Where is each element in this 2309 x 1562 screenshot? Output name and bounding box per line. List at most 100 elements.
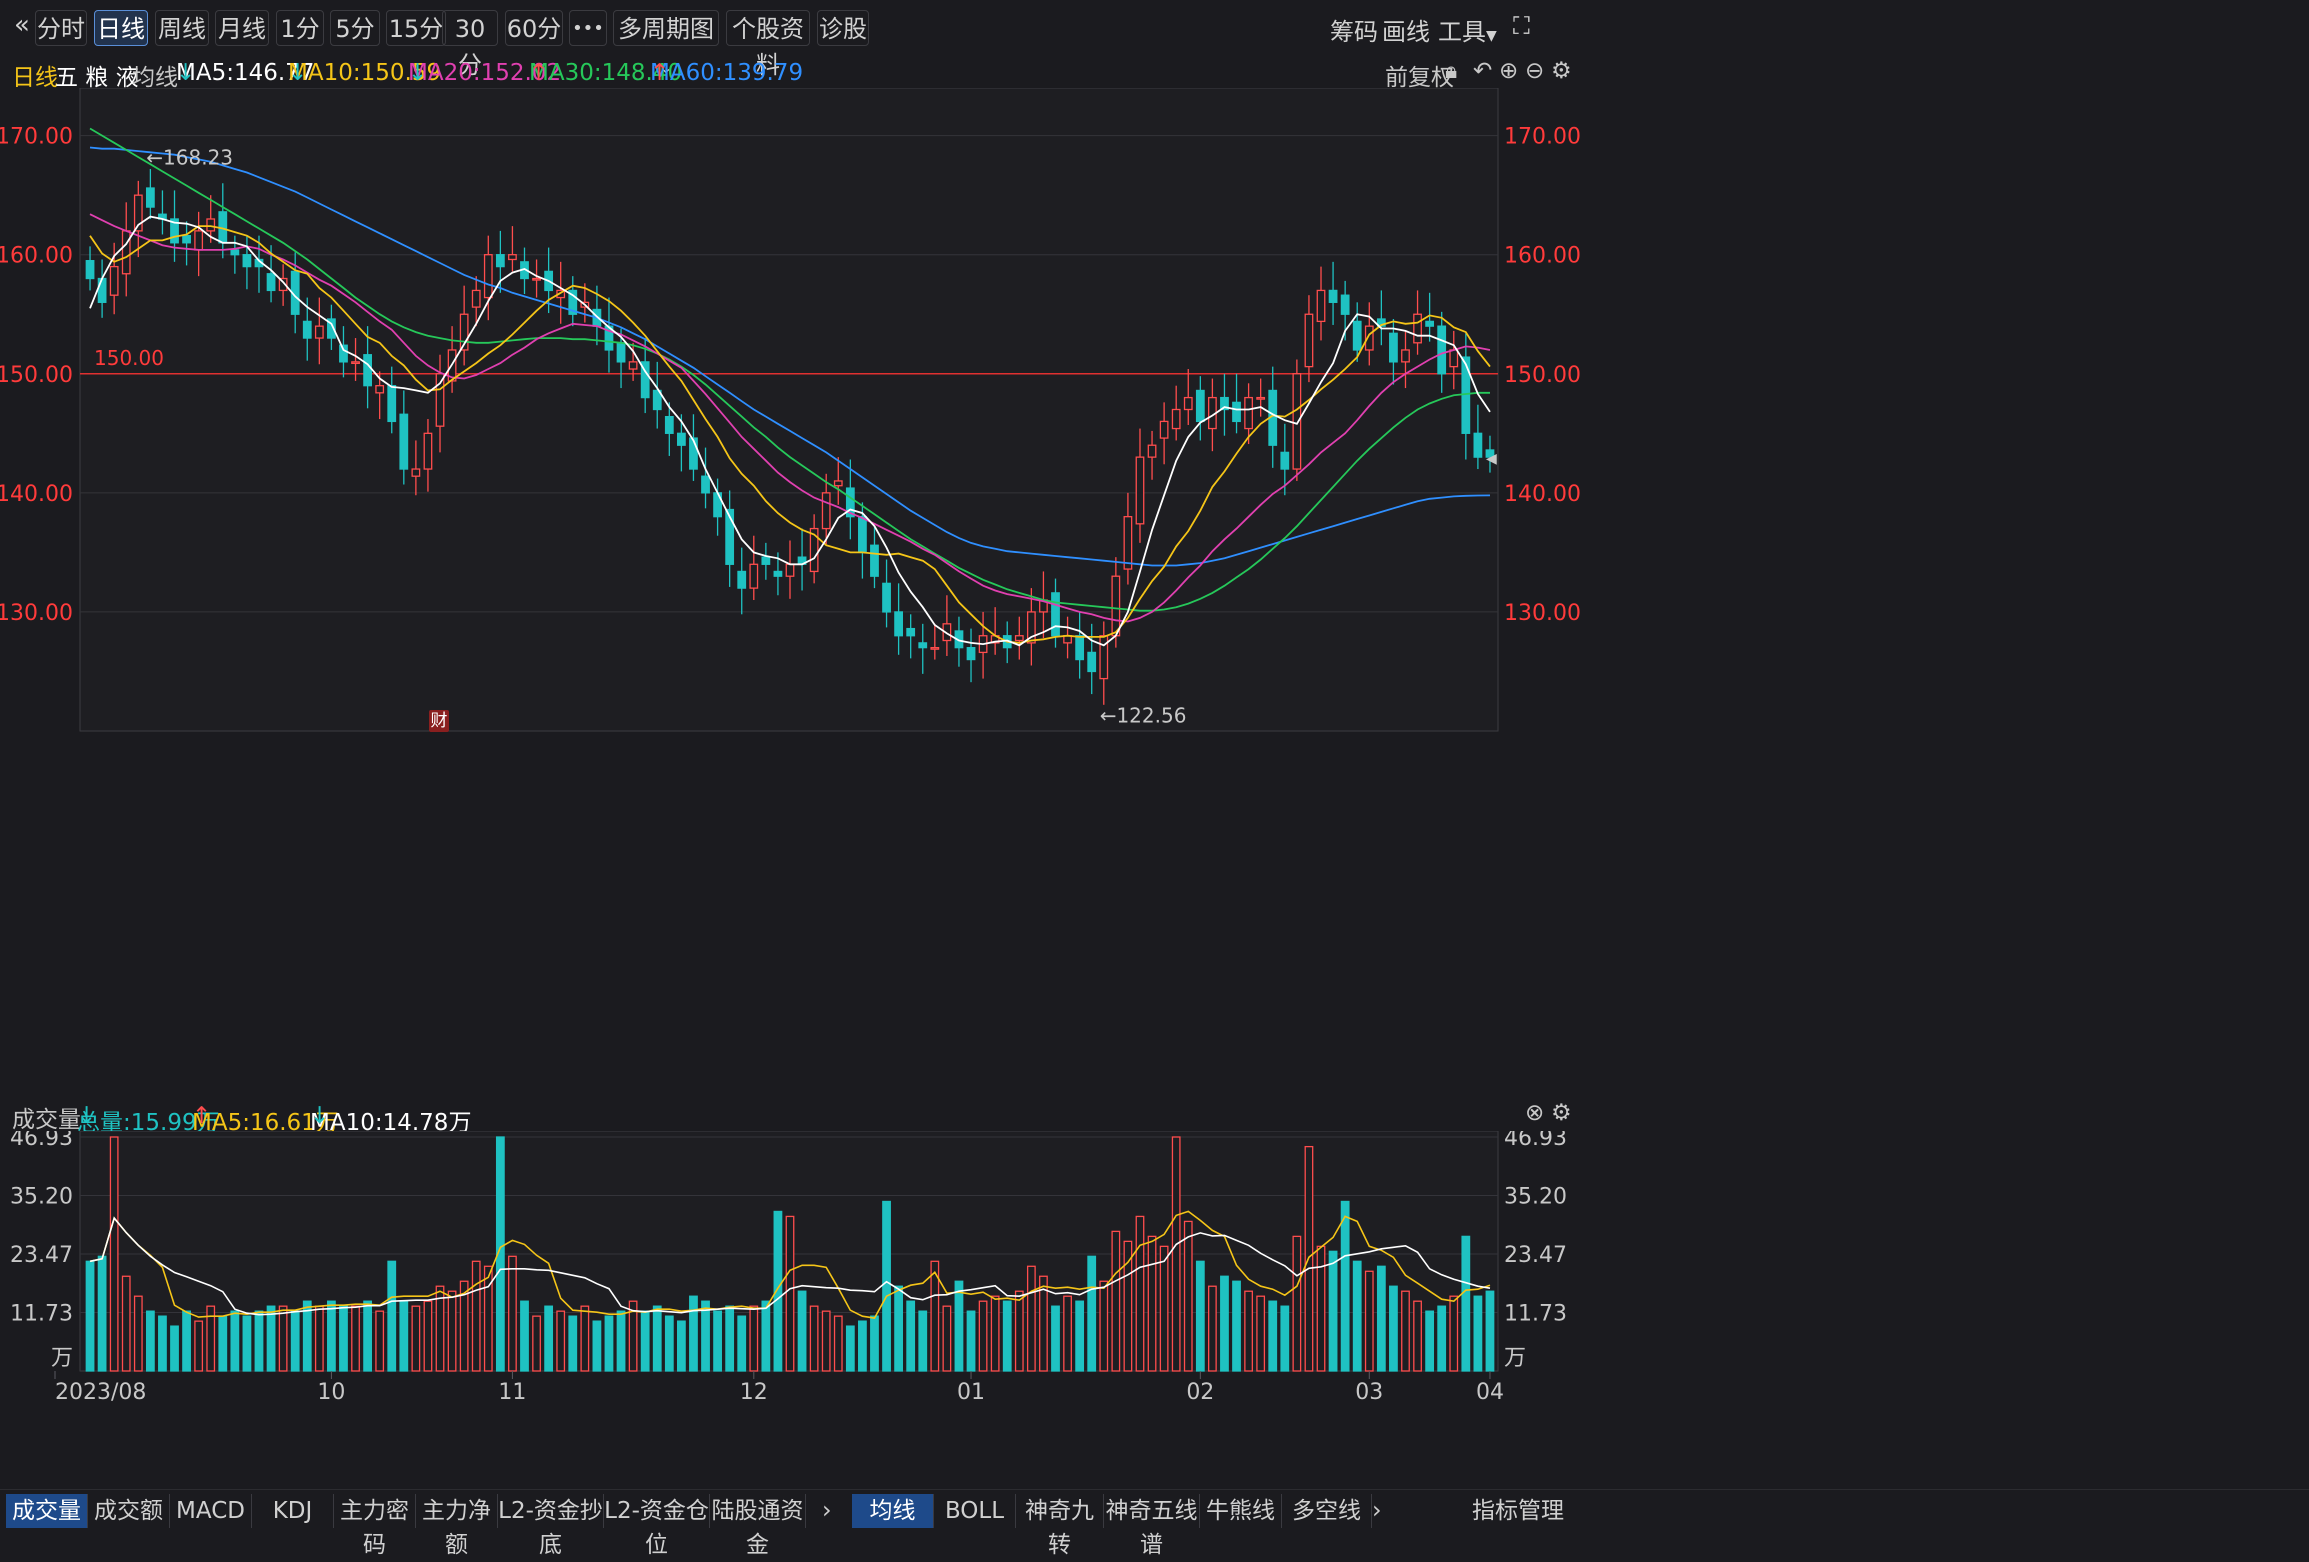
- indicator-tab-5[interactable]: 主力净额: [416, 1494, 498, 1558]
- x-axis-label: 02: [1186, 1380, 1214, 1405]
- finance-marker[interactable]: 财: [429, 710, 449, 732]
- tab-15min[interactable]: 15分: [386, 10, 446, 46]
- candle-body: [628, 361, 638, 370]
- price-tick-right: 170.00: [1504, 125, 1581, 150]
- indicator-tab-1[interactable]: 成交额: [88, 1494, 170, 1528]
- price-tick-left: 130.00: [0, 601, 73, 626]
- tab-1min[interactable]: 1分: [276, 10, 324, 46]
- period-label: 日线: [12, 65, 58, 91]
- volume-chart[interactable]: 46.93 46.93 35.20 35.20 23.47 23.47 11.73 11.73…: [0, 1131, 2309, 1489]
- chevron-right-icon[interactable]: ›: [1372, 1496, 1382, 1524]
- volume-bar: [375, 1310, 385, 1372]
- fullscreen-icon[interactable]: ⛶: [1513, 12, 1530, 40]
- lock-icon[interactable]: 🔒︎: [1445, 58, 1457, 84]
- candle-body: [266, 273, 276, 292]
- candle-body: [1340, 294, 1350, 315]
- tab-fenshi[interactable]: 分时: [35, 10, 87, 46]
- indicator-tab-7[interactable]: L2-资金仓位: [604, 1494, 710, 1558]
- multi-period-button[interactable]: 多周期图 ⌄: [613, 10, 719, 77]
- more-button[interactable]: •••: [569, 10, 607, 46]
- volume-bar: [833, 1315, 843, 1372]
- x-axis-label: 04: [1476, 1380, 1504, 1405]
- overlay-tab-0[interactable]: 均线: [852, 1494, 934, 1528]
- volume-bar: [604, 1315, 614, 1372]
- tab-daily[interactable]: 日线: [94, 10, 148, 46]
- candle-body: [97, 277, 107, 303]
- overlay-tab-5[interactable]: 多空线: [1282, 1494, 1372, 1528]
- indicator-tab-6[interactable]: L2-资金抄底: [498, 1494, 604, 1558]
- close-icon[interactable]: ⊗: [1525, 1100, 1544, 1126]
- overlay-tab-3[interactable]: 神奇五线谱: [1104, 1494, 1200, 1558]
- candle-body: [1111, 575, 1121, 637]
- ma-label[interactable]: 均线: [132, 58, 178, 92]
- candle-body: [1280, 451, 1290, 470]
- diagnose-button[interactable]: 诊股: [817, 10, 869, 46]
- candle-body: [121, 230, 131, 275]
- volume-tick-left: 46.93: [10, 1131, 73, 1151]
- zoom-in-icon[interactable]: ⊕: [1499, 58, 1518, 84]
- volume-bar: [1316, 1245, 1326, 1372]
- tab-weekly[interactable]: 周线: [155, 10, 209, 46]
- price-annotation: ←122.56: [1100, 704, 1187, 728]
- x-axis-label: 01: [957, 1380, 985, 1405]
- tab-5min[interactable]: 5分: [330, 10, 380, 46]
- zoom-out-icon[interactable]: ⊖: [1525, 58, 1544, 84]
- stock-name[interactable]: 五 粮 液: [55, 58, 139, 92]
- indicator-tab-2[interactable]: MACD: [170, 1494, 252, 1528]
- volume-bar: [266, 1305, 276, 1372]
- candlestick-chart[interactable]: 150.00 170.00 170.00 160.00 160.00 150.00 150…: [0, 88, 2309, 1097]
- volume-bar: [966, 1310, 976, 1372]
- indicator-tab-8[interactable]: 陆股通资金: [710, 1494, 806, 1558]
- candle-body: [906, 627, 916, 637]
- chevron-right-icon[interactable]: ›: [822, 1496, 832, 1524]
- chips-button[interactable]: 筹码: [1330, 12, 1378, 47]
- stock-info-button[interactable]: 个股资料: [726, 10, 810, 79]
- candle-body: [1389, 332, 1398, 363]
- tab-30min[interactable]: 30分: [442, 10, 498, 79]
- volume-tick-right: 11.73: [1504, 1302, 1567, 1327]
- candle-body: [1087, 651, 1097, 673]
- volume-bar: [821, 1310, 831, 1372]
- overlay-tab-4[interactable]: 牛熊线: [1200, 1494, 1282, 1528]
- indicator-tab-0[interactable]: 成交量: [6, 1494, 88, 1528]
- draw-line-button[interactable]: 画线: [1382, 12, 1430, 47]
- plot-area: [79, 88, 1499, 732]
- candle-body: [930, 646, 940, 650]
- candle-body: [314, 325, 324, 339]
- candle-body: [821, 492, 831, 530]
- indicator-tab-3[interactable]: KDJ: [252, 1494, 334, 1528]
- volume-bar: [1340, 1200, 1350, 1372]
- volume-bar: [845, 1325, 855, 1372]
- tools-button[interactable]: 工具▼: [1438, 12, 1497, 47]
- volume-bar: [508, 1255, 517, 1372]
- overlay-tab-2[interactable]: 神奇九转: [1016, 1494, 1104, 1558]
- volume-bar: [1099, 1280, 1109, 1372]
- volume-bar: [520, 1300, 529, 1372]
- undo-icon[interactable]: ↶: [1473, 58, 1492, 84]
- back-arrow-icon[interactable]: «: [14, 10, 30, 40]
- indicator-manage-button[interactable]: 指标管理: [1468, 1494, 1568, 1528]
- tab-60min[interactable]: 60分: [505, 10, 563, 46]
- volume-bar: [1401, 1290, 1410, 1372]
- candle-body: [194, 230, 204, 251]
- candle-body: [1147, 444, 1157, 458]
- tab-monthly[interactable]: 月线: [215, 10, 269, 46]
- candle-body: [387, 385, 397, 423]
- candle-body: [1256, 396, 1266, 400]
- volume-bar: [121, 1275, 131, 1372]
- candle-body: [1352, 320, 1362, 351]
- volume-bar: [1292, 1235, 1302, 1372]
- volume-bar: [447, 1290, 457, 1372]
- candle-body: [1123, 516, 1133, 570]
- volume-title[interactable]: 成交量: [12, 1100, 81, 1134]
- volume-bar: [1147, 1235, 1157, 1372]
- overlay-tab-1[interactable]: BOLL: [934, 1494, 1016, 1528]
- settings-icon[interactable]: ⚙: [1551, 1100, 1572, 1126]
- volume-bar: [1063, 1295, 1072, 1372]
- candle-body: [1328, 289, 1338, 303]
- adjust-label[interactable]: 前复权: [1385, 58, 1454, 92]
- volume-bar: [1280, 1305, 1290, 1372]
- indicator-tab-4[interactable]: 主力密码: [334, 1494, 416, 1558]
- settings-icon[interactable]: ⚙: [1551, 58, 1572, 84]
- volume-bar: [1159, 1245, 1169, 1372]
